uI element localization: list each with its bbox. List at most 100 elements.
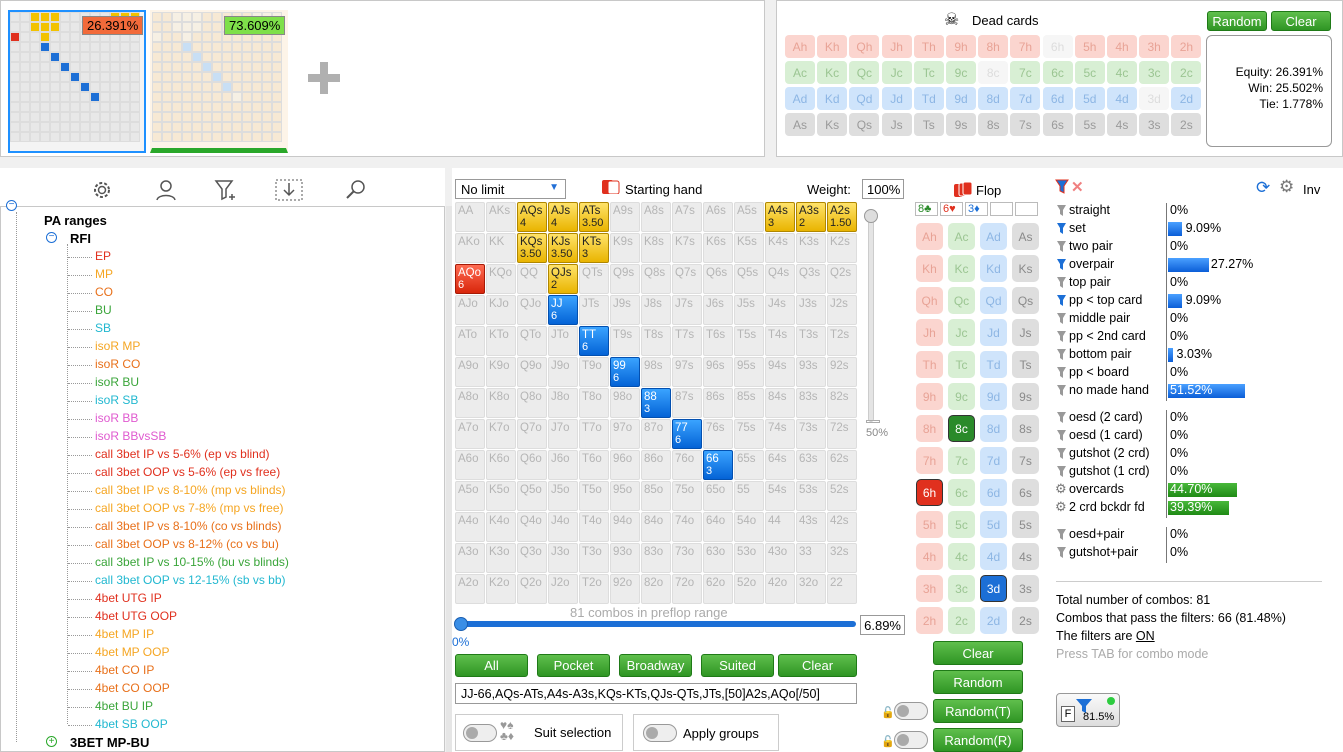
dead-card-Jd[interactable]: Jd [881, 87, 912, 110]
flop-card-8h[interactable]: 8h [916, 415, 943, 442]
tree-item[interactable]: call 3bet OOP vs 12-15% (sb vs bb) [95, 573, 286, 587]
flop-random-r-button[interactable]: Random(R) [933, 728, 1023, 752]
dead-card-Kd[interactable]: Kd [817, 87, 848, 110]
hand-AA[interactable]: AA [455, 202, 485, 232]
hand-K8o[interactable]: K8o [486, 388, 516, 418]
tree-item[interactable]: 4bet UTG IP [95, 591, 162, 605]
hand-Q8s[interactable]: Q8s [641, 264, 671, 294]
stat-filter-icon[interactable] [1056, 429, 1067, 445]
hand-J6o[interactable]: J6o [548, 450, 578, 480]
tree-root-label[interactable]: PA ranges [44, 213, 107, 228]
range-pocket-button[interactable]: Pocket [537, 654, 610, 677]
hand-32s[interactable]: 32s [827, 543, 857, 573]
dead-card-Td[interactable]: Td [913, 87, 944, 110]
dead-clear-button[interactable]: Clear [1271, 11, 1331, 31]
hand-64s[interactable]: 64s [765, 450, 795, 480]
stat-label[interactable]: middle pair [1069, 311, 1130, 325]
hand-J8s[interactable]: J8s [641, 295, 671, 325]
hand-Q2s[interactable]: Q2s [827, 264, 857, 294]
dead-card-As[interactable]: As [785, 113, 815, 136]
random-r-toggle[interactable] [894, 731, 928, 749]
hand-97o[interactable]: 97o [610, 419, 640, 449]
tree-item[interactable]: CO [95, 285, 113, 299]
stat-filter-icon[interactable] [1056, 384, 1067, 400]
flop-card-7d[interactable]: 7d [980, 447, 1007, 474]
hand-J6s[interactable]: J6s [703, 295, 733, 325]
tree-item[interactable]: 4bet UTG OOP [95, 609, 177, 623]
weight-input[interactable]: 100% [862, 179, 904, 199]
hand-AJs[interactable]: AJs 4 [548, 202, 578, 232]
hand-A7o[interactable]: A7o [455, 419, 485, 449]
hand-84s[interactable]: 84s [765, 388, 795, 418]
hand-74s[interactable]: 74s [765, 419, 795, 449]
hand-KTs[interactable]: KTs 3 [579, 233, 609, 263]
tree-next-toggle[interactable]: + [46, 736, 57, 747]
range-text-field[interactable]: JJ-66,AQs-ATs,A4s-A3s,KQs-KTs,QJs-QTs,JT… [455, 683, 857, 704]
hand-K3s[interactable]: K3s [796, 233, 826, 263]
stat-filter-icon[interactable] [1056, 294, 1067, 310]
dead-card-4s[interactable]: 4s [1107, 113, 1137, 136]
flop-card-9h[interactable]: 9h [916, 383, 943, 410]
hand-93o[interactable]: 93o [610, 543, 640, 573]
hand-KTo[interactable]: KTo [486, 326, 516, 356]
flop-card-7h[interactable]: 7h [916, 447, 943, 474]
tree-item[interactable]: isoR CO [95, 357, 140, 371]
hand-32o[interactable]: 32o [796, 574, 826, 604]
hand-K4o[interactable]: K4o [486, 512, 516, 542]
import-icon[interactable] [275, 178, 303, 205]
stat-filter-icon[interactable] [1056, 330, 1067, 346]
hand-K3o[interactable]: K3o [486, 543, 516, 573]
hand-53s[interactable]: 53s [796, 481, 826, 511]
stat-filter-icon[interactable] [1056, 348, 1067, 364]
flop-card-Qh[interactable]: Qh [916, 287, 943, 314]
dead-card-Jc[interactable]: Jc [881, 61, 912, 84]
tree-item[interactable]: call 3bet IP vs 10-15% (bu vs blinds) [95, 555, 289, 569]
tree-item[interactable]: 4bet BU IP [95, 699, 153, 713]
hand-83s[interactable]: 83s [796, 388, 826, 418]
stat-label[interactable]: overcards [1069, 482, 1124, 496]
flop-card-6s[interactable]: 6s [1012, 479, 1039, 506]
flop-card-6h[interactable]: 6h [916, 479, 943, 506]
hand-65s[interactable]: 65s [734, 450, 764, 480]
tree-item[interactable]: MP [95, 267, 113, 281]
dead-card-Tc[interactable]: Tc [913, 61, 944, 84]
stat-gear-icon[interactable]: ⚙ [1055, 499, 1067, 515]
stat-label[interactable]: gutshot (2 crd) [1069, 446, 1150, 460]
stat-filter-icon[interactable] [1056, 465, 1067, 481]
flop-random-button[interactable]: Random [933, 670, 1023, 694]
player1-thumbnail[interactable]: 26.391% [8, 10, 146, 153]
hand-73s[interactable]: 73s [796, 419, 826, 449]
flop-card-Td[interactable]: Td [980, 351, 1007, 378]
dead-card-6s[interactable]: 6s [1042, 113, 1073, 136]
dead-card-2c[interactable]: 2c [1171, 61, 1202, 84]
stat-label[interactable]: pp < 2nd card [1069, 329, 1146, 343]
hand-T6o[interactable]: T6o [579, 450, 609, 480]
flop-card-Ah[interactable]: Ah [916, 223, 943, 250]
hand-AQs[interactable]: AQs 4 [517, 202, 547, 232]
hand-KQs[interactable]: KQs 3.50 [517, 233, 547, 263]
hand-T5s[interactable]: T5s [734, 326, 764, 356]
stat-label[interactable]: overpair [1069, 257, 1114, 271]
stat-label[interactable]: 2 crd bckdr fd [1069, 500, 1145, 514]
hand-T7s[interactable]: T7s [672, 326, 702, 356]
hand-43s[interactable]: 43s [796, 512, 826, 542]
hand-83o[interactable]: 83o [641, 543, 671, 573]
flop-card-2h[interactable]: 2h [916, 607, 943, 634]
flop-card-Tc[interactable]: Tc [948, 351, 975, 378]
hand-T2o[interactable]: T2o [579, 574, 609, 604]
hand-A3o[interactable]: A3o [455, 543, 485, 573]
suit-selection-toggle[interactable] [463, 724, 497, 742]
filters-state[interactable]: ON [1136, 629, 1155, 643]
dead-card-8c[interactable]: 8c [978, 61, 1009, 84]
dead-card-2d[interactable]: 2d [1171, 87, 1202, 110]
hand-J9o[interactable]: J9o [548, 357, 578, 387]
hand-98o[interactable]: 98o [610, 388, 640, 418]
stat-label[interactable]: oesd (1 card) [1069, 428, 1143, 442]
hand-QTs[interactable]: QTs [579, 264, 609, 294]
weight-slider-track[interactable] [868, 212, 874, 422]
hand-55[interactable]: 55 [734, 481, 764, 511]
hand-Q5o[interactable]: Q5o [517, 481, 547, 511]
hand-J2s[interactable]: J2s [827, 295, 857, 325]
flop-card-8s[interactable]: 8s [1012, 415, 1039, 442]
stat-filter-icon[interactable] [1056, 240, 1067, 256]
